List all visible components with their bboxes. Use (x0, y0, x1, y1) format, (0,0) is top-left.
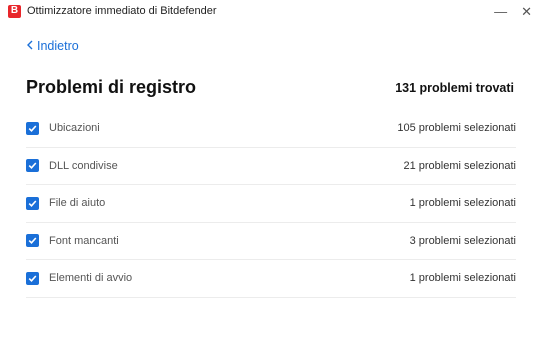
title-bar: B Ottimizzatore immediato di Bitdefender… (0, 0, 540, 22)
list-item-font-mancanti[interactable]: Font mancanti 3 problemi selezionati (26, 223, 516, 260)
checkbox-elementi-di-avvio[interactable] (26, 271, 39, 285)
page-title: Problemi di registro (26, 77, 197, 97)
bitdefender-logo-icon: B (8, 4, 21, 18)
item-label: Elementi di avvio (49, 272, 133, 285)
checkmark-icon (28, 275, 37, 282)
problems-found-count: 131 problemi trovati (395, 81, 514, 95)
list-item-dll-condivise[interactable]: DLL condivise 21 problemi selezionati (26, 148, 516, 185)
registry-problems-list: Ubicazioni 105 problemi selezionati DLL … (26, 110, 516, 298)
app-window: B Ottimizzatore immediato di Bitdefender… (0, 0, 540, 360)
minimize-button[interactable]: — (494, 5, 507, 18)
item-label: Ubicazioni (49, 122, 100, 135)
item-count: 3 problemi selezionati (409, 234, 516, 247)
back-link[interactable]: Indietro (26, 38, 79, 53)
list-item-elementi-di-avvio[interactable]: Elementi di avvio 1 problemi selezionati (26, 260, 516, 298)
checkbox-file-di-aiuto[interactable] (26, 196, 39, 210)
item-count: 1 problemi selezionati (409, 272, 516, 285)
window-title: Ottimizzatore immediato di Bitdefender (27, 5, 217, 17)
checkmark-icon (28, 162, 37, 170)
checkmark-icon (28, 237, 37, 245)
item-count: 1 problemi selezionati (409, 197, 516, 210)
item-count: 21 problemi selezionati (403, 159, 516, 172)
back-label: Indietro (37, 38, 79, 53)
close-button[interactable]: ✕ (521, 5, 532, 18)
checkbox-ubicazioni[interactable] (26, 121, 39, 135)
item-label: Font mancanti (49, 234, 119, 247)
chevron-left-icon (26, 38, 33, 53)
item-label: DLL condivise (49, 159, 118, 172)
list-item-file-di-aiuto[interactable]: File di aiuto 1 problemi selezionati (26, 185, 516, 223)
checkmark-icon (28, 200, 37, 207)
item-label: File di aiuto (49, 197, 106, 210)
window-controls: — ✕ (494, 5, 532, 18)
checkbox-font-mancanti[interactable] (26, 234, 39, 248)
list-item-ubicazioni[interactable]: Ubicazioni 105 problemi selezionati (26, 110, 516, 148)
checkmark-icon (28, 125, 37, 132)
item-count: 105 problemi selezionati (397, 122, 516, 135)
checkbox-dll-condivise[interactable] (26, 159, 39, 173)
